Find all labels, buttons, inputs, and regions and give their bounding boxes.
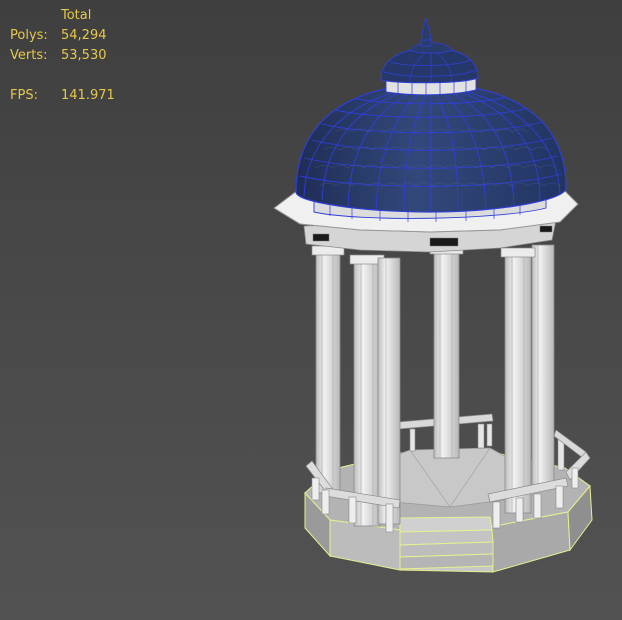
finial [420, 17, 432, 47]
fps-label: FPS: [10, 88, 38, 103]
lantern [380, 42, 479, 96]
fps-value: 141.971 [61, 88, 115, 103]
viewport-statistics-overlay: Total Polys: 54,294 Verts: 53,530 FPS: 1… [10, 6, 115, 106]
verts-value: 53,530 [61, 48, 107, 63]
3d-viewport[interactable]: Total Polys: 54,294 Verts: 53,530 FPS: 1… [0, 0, 622, 620]
polys-value: 54,294 [61, 28, 107, 43]
stats-header-spacer [10, 6, 61, 26]
fps-row: FPS: 141.971 [10, 86, 115, 106]
stats-header: Total [61, 8, 92, 23]
stats-header-row: Total [10, 6, 115, 26]
dome [295, 83, 567, 213]
verts-label: Verts: [10, 48, 48, 63]
polys-row: Polys: 54,294 [10, 26, 115, 46]
stats-spacer [10, 66, 115, 86]
polys-label: Polys: [10, 28, 48, 43]
verts-row: Verts: 53,530 [10, 46, 115, 66]
